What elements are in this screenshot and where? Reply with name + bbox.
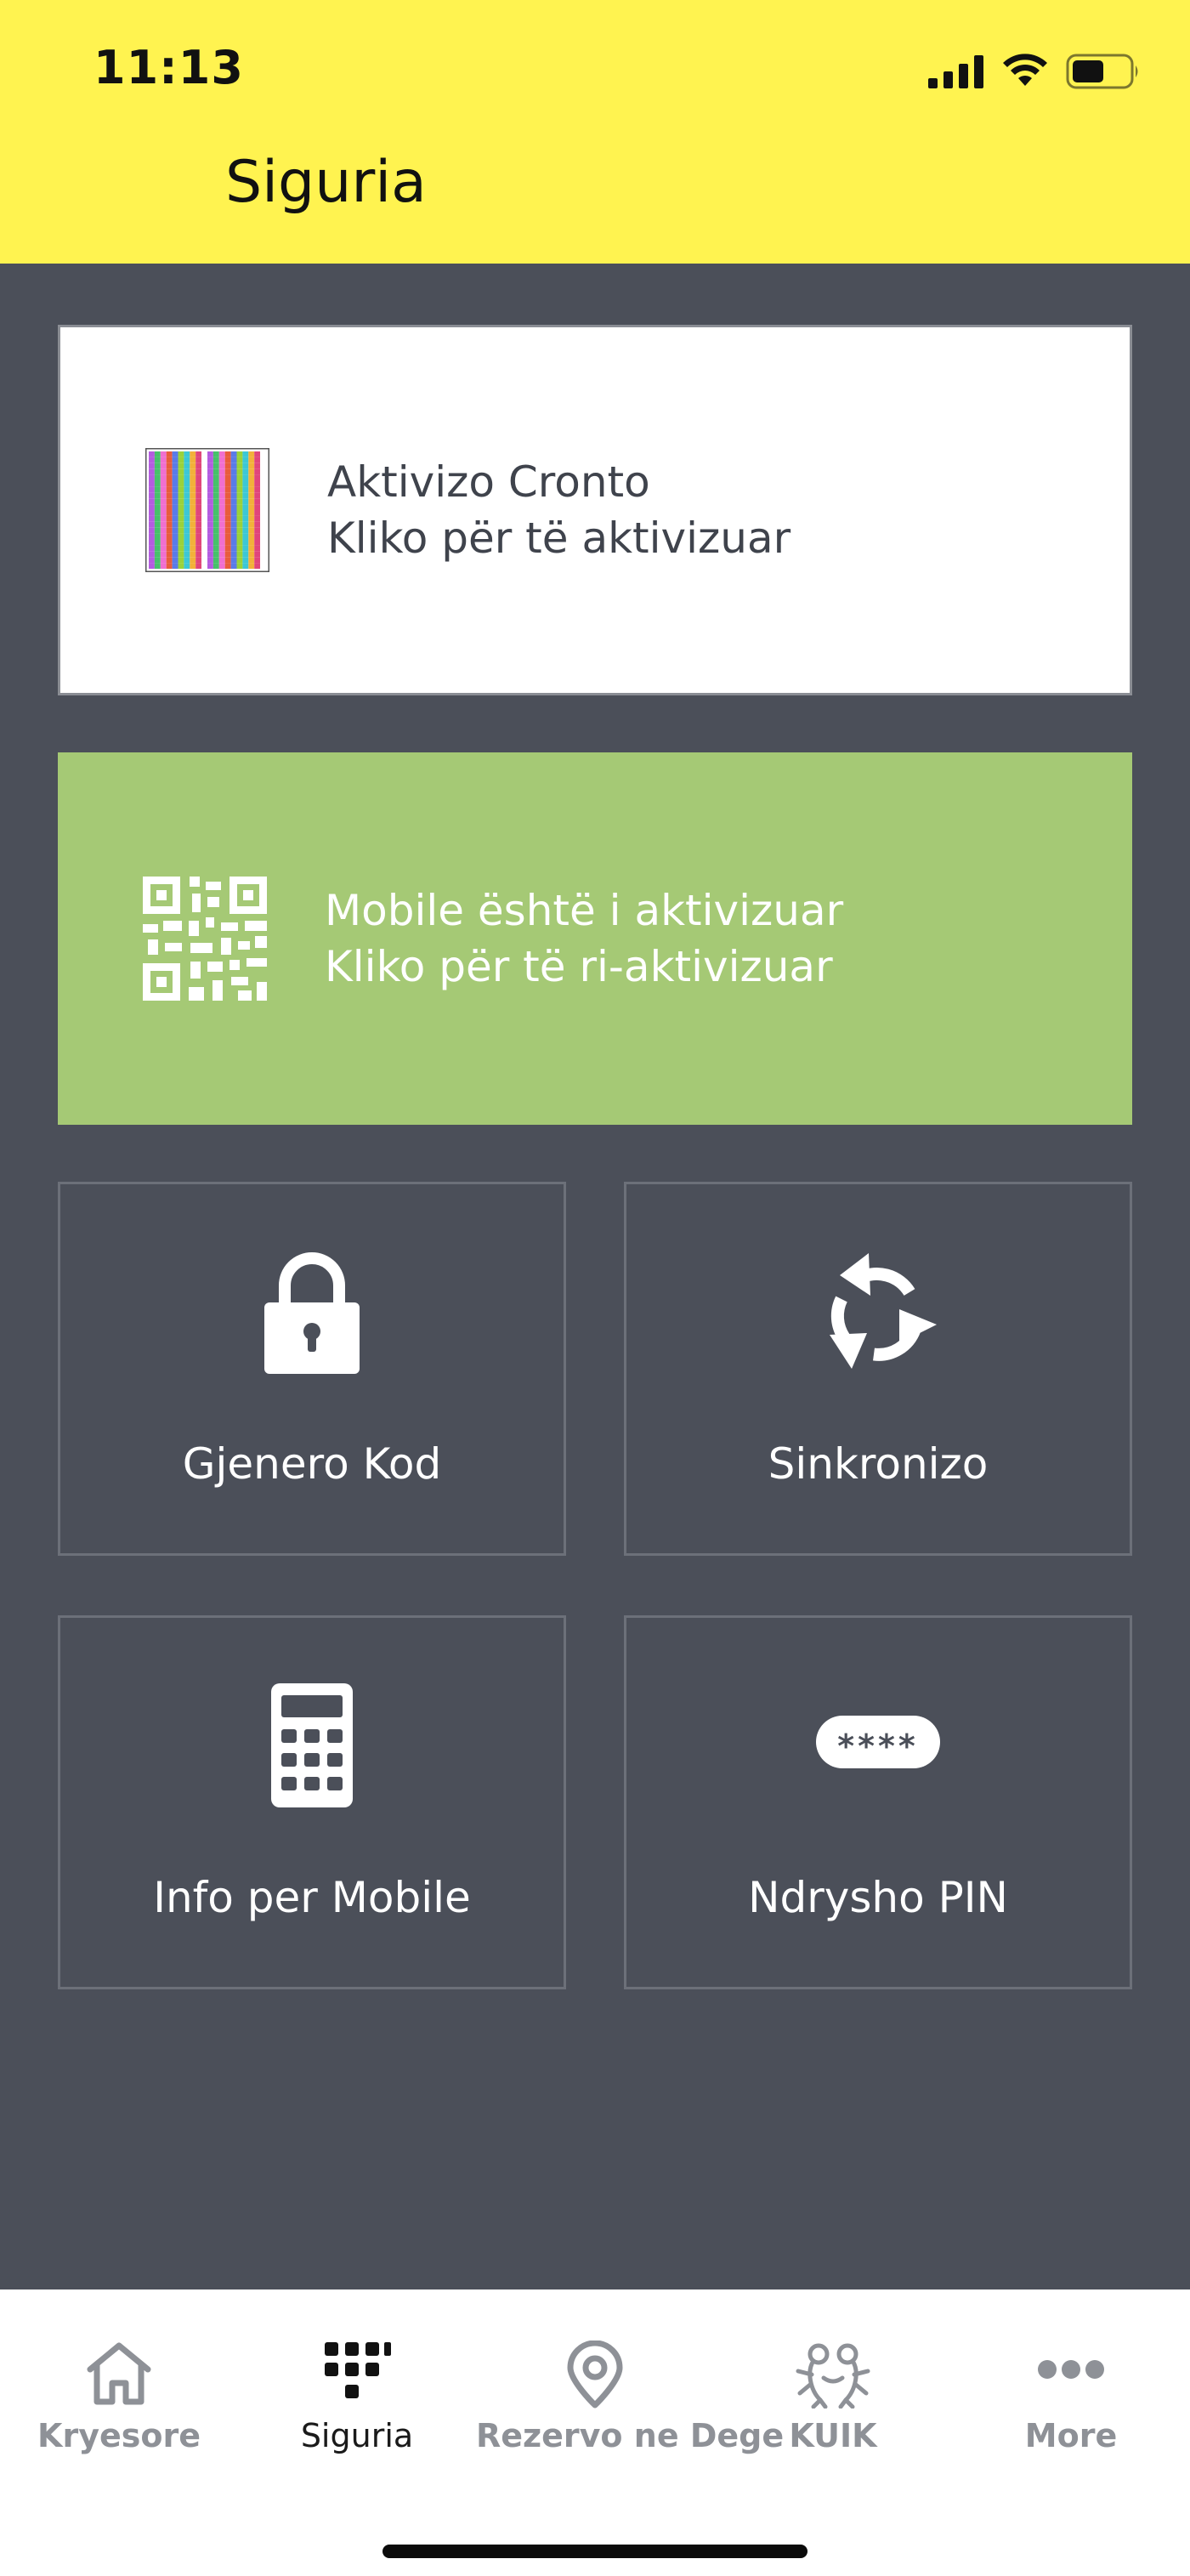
activate-cronto-card[interactable]: Aktivizo Cronto Kliko për të aktivizuar [58, 325, 1132, 695]
calculator-icon [271, 1683, 353, 1807]
lock-icon [264, 1252, 360, 1374]
change-pin-tile[interactable]: **** Ndrysho PIN [624, 1615, 1132, 1989]
mobile-status-title: Mobile është i aktivizuar [325, 886, 844, 935]
more-icon [1038, 2360, 1104, 2379]
sync-tile[interactable]: Sinkronizo [624, 1182, 1132, 1556]
pin-mask: **** [837, 1728, 919, 1765]
status-icons [928, 51, 1141, 92]
mobile-status-subtitle: Kliko për të ri-aktivizuar [325, 942, 833, 991]
cronto-title: Aktivizo Cronto [327, 457, 650, 507]
signal-icon [928, 55, 983, 88]
tile-label: Gjenero Kod [182, 1439, 442, 1489]
tab-label: Rezervo ne Dege [476, 2417, 785, 2454]
cronto-subtitle: Kliko për të aktivizuar [327, 513, 791, 563]
frog-icon [796, 2343, 870, 2409]
keypad-icon [325, 2342, 391, 2398]
tab-more[interactable]: More [952, 2289, 1190, 2494]
tab-bar: Kryesore Siguria Rezervo ne Dege KUIK Mo… [0, 2289, 1190, 2576]
pin-icon: **** [816, 1716, 940, 1768]
tab-label: KUIK [789, 2417, 877, 2454]
location-pin-icon [567, 2341, 623, 2409]
sync-icon [830, 1253, 937, 1369]
tab-siguria[interactable]: Siguria [238, 2289, 476, 2494]
tab-label: Kryesore [37, 2417, 201, 2454]
header: 11:13 Siguria [0, 0, 1190, 264]
tab-kuik[interactable]: KUIK [714, 2289, 952, 2494]
tab-rezervo-ne-dege[interactable]: Rezervo ne Dege [476, 2289, 785, 2494]
tab-label: More [1024, 2417, 1118, 2454]
status-time: 11:13 [94, 41, 244, 94]
color-qr-icon [145, 448, 269, 572]
wifi-icon [1003, 54, 1047, 86]
mobile-info-tile[interactable]: Info per Mobile [58, 1615, 566, 1989]
tile-label: Ndrysho PIN [748, 1873, 1008, 1922]
main-content: Aktivizo Cronto Kliko për të aktivizuar [0, 264, 1190, 2289]
qr-code-icon [143, 877, 267, 1001]
generate-code-tile[interactable]: Gjenero Kod [58, 1182, 566, 1556]
battery-icon [1066, 54, 1138, 89]
tab-kryesore[interactable]: Kryesore [0, 2289, 238, 2494]
page-title: Siguria [225, 149, 427, 216]
tab-label: Siguria [300, 2417, 414, 2454]
tile-label: Info per Mobile [153, 1873, 471, 1922]
home-icon [87, 2342, 151, 2405]
home-indicator [382, 2545, 808, 2558]
tile-label: Sinkronizo [768, 1439, 989, 1489]
mobile-activated-card[interactable]: Mobile është i aktivizuar Kliko për të r… [58, 752, 1132, 1125]
